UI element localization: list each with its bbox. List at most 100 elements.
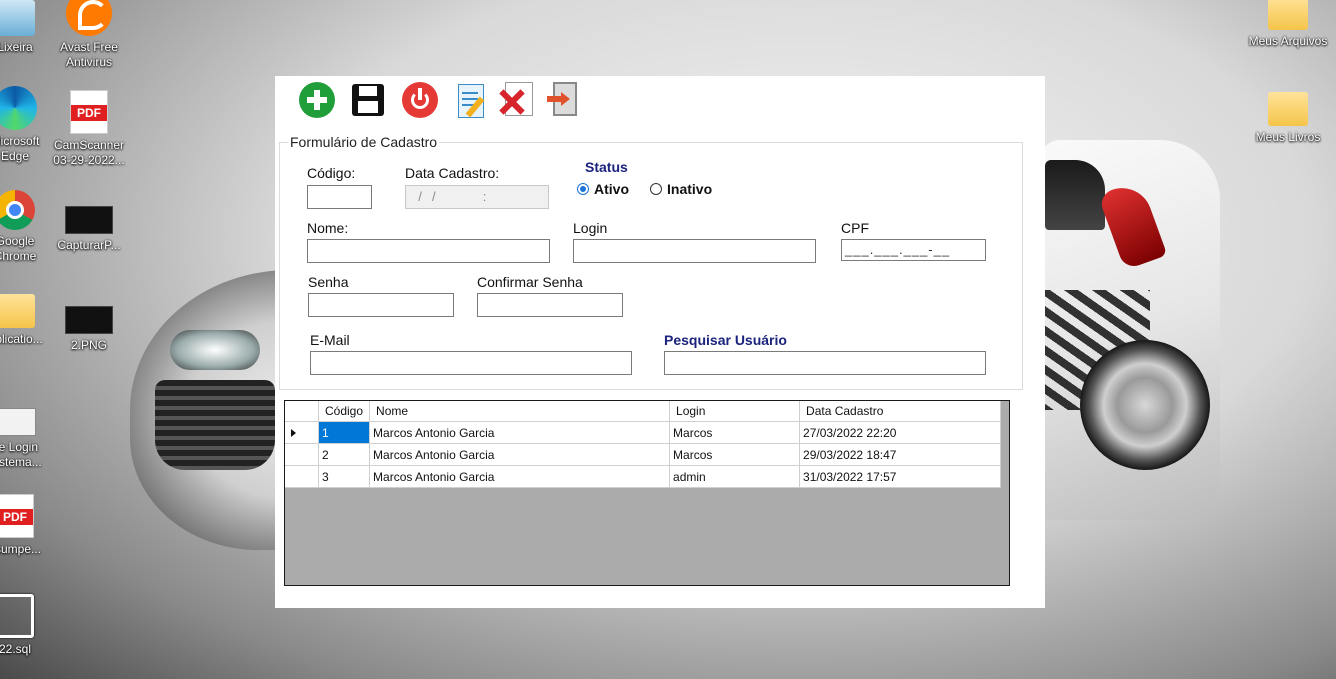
cell-data-cadastro[interactable]: 31/03/2022 17:57 bbox=[799, 465, 1002, 488]
usuarios-datagrid[interactable]: Código Nome Login Data Cadastro 1 Marcos… bbox=[284, 400, 1010, 586]
pesquisar-usuario-input[interactable] bbox=[664, 351, 986, 375]
column-header-codigo[interactable]: Código bbox=[318, 401, 371, 422]
cpf-label: CPF bbox=[841, 220, 869, 236]
login-input[interactable] bbox=[573, 239, 816, 263]
desktop-icon-meus-arquivos[interactable]: Meus Arquivos bbox=[1248, 0, 1328, 49]
chrome-icon bbox=[0, 190, 35, 230]
desktop-icon-csumpe-pdf[interactable]: PDF csumpe... bbox=[0, 494, 55, 557]
cell-codigo[interactable]: 2 bbox=[318, 443, 371, 466]
wallpaper-window bbox=[1045, 160, 1105, 230]
desktop-icon-label: CapturarP... bbox=[57, 238, 121, 252]
cadastro-groupbox: Formulário de Cadastro Código: Data Cada… bbox=[279, 134, 1023, 390]
image-icon bbox=[65, 206, 113, 234]
folder-icon bbox=[1268, 92, 1308, 126]
column-header-nome[interactable]: Nome bbox=[369, 401, 671, 422]
sql-file-icon bbox=[0, 594, 34, 638]
desktop-icon-meus-livros[interactable]: Meus Livros bbox=[1248, 92, 1328, 145]
cell-login[interactable]: admin bbox=[669, 465, 801, 488]
table-row[interactable]: 2 Marcos Antonio Garcia Marcos 29/03/202… bbox=[285, 443, 1002, 466]
data-cadastro-label: Data Cadastro: bbox=[405, 165, 500, 181]
desktop-icon-recycle-bin[interactable]: Lixeira bbox=[0, 0, 55, 55]
data-cadastro-input[interactable]: / / : bbox=[405, 185, 549, 209]
exit-button[interactable] bbox=[545, 82, 581, 118]
wallpaper-wheel bbox=[1080, 340, 1210, 470]
desktop-icon-chrome[interactable]: Google Chrome bbox=[0, 190, 55, 264]
pesquisar-usuario-label: Pesquisar Usuário bbox=[664, 332, 787, 348]
desktop-icon-label: de Login Sistema... bbox=[0, 440, 42, 469]
table-row[interactable]: 1 Marcos Antonio Garcia Marcos 27/03/202… bbox=[285, 421, 1002, 444]
status-ativo-radio[interactable]: Ativo bbox=[577, 181, 629, 197]
row-header[interactable] bbox=[285, 421, 319, 444]
desktop-icon-edge[interactable]: Microsoft Edge bbox=[0, 86, 55, 164]
codigo-input[interactable] bbox=[307, 185, 372, 209]
pdf-icon: PDF bbox=[0, 494, 34, 538]
table-row[interactable]: 3 Marcos Antonio Garcia admin 31/03/2022… bbox=[285, 465, 1002, 488]
cell-nome[interactable]: Marcos Antonio Garcia bbox=[369, 443, 671, 466]
recycle-bin-icon bbox=[0, 0, 35, 36]
desktop-icon-label: Meus Livros bbox=[1255, 130, 1321, 144]
cpf-input[interactable]: ___.___.___-__ bbox=[841, 239, 986, 261]
edit-button[interactable] bbox=[454, 82, 490, 118]
login-app-icon bbox=[0, 408, 36, 436]
save-button[interactable] bbox=[350, 82, 386, 118]
status-inativo-radio[interactable]: Inativo bbox=[650, 181, 712, 197]
row-header[interactable] bbox=[285, 443, 319, 466]
radio-label: Inativo bbox=[667, 181, 713, 197]
email-input[interactable] bbox=[310, 351, 632, 375]
cell-login[interactable]: Marcos bbox=[669, 421, 801, 444]
avast-icon bbox=[66, 0, 112, 36]
email-label: E-Mail bbox=[310, 332, 350, 348]
cell-data-cadastro[interactable]: 27/03/2022 22:20 bbox=[799, 421, 1002, 444]
toolbar bbox=[299, 82, 599, 122]
desktop-icon-label: 2.PNG bbox=[70, 338, 107, 352]
cell-nome[interactable]: Marcos Antonio Garcia bbox=[369, 421, 671, 444]
row-header[interactable] bbox=[285, 465, 319, 488]
desktop-icon-camscanner-pdf[interactable]: PDF CamScanner 03-29-2022... bbox=[49, 90, 129, 168]
cell-codigo[interactable]: 3 bbox=[318, 465, 371, 488]
image-icon bbox=[65, 306, 113, 334]
radio-unselected-icon bbox=[650, 183, 662, 195]
radio-label: Ativo bbox=[594, 181, 629, 197]
wallpaper-car-rear bbox=[1040, 140, 1220, 520]
desktop-icon-capturar[interactable]: CapturarP... bbox=[49, 198, 129, 253]
senha-input[interactable] bbox=[308, 293, 454, 317]
desktop-icon-avast[interactable]: Avast Free Antivirus bbox=[49, 0, 129, 70]
power-button[interactable] bbox=[402, 82, 438, 118]
senha-label: Senha bbox=[308, 274, 349, 290]
folder-icon bbox=[1268, 0, 1308, 30]
wallpaper-taillight bbox=[1097, 179, 1168, 271]
nome-input[interactable] bbox=[307, 239, 550, 263]
desktop-icon-aplicatio[interactable]: Aplicatio... bbox=[0, 294, 55, 347]
radio-selected-icon bbox=[577, 183, 589, 195]
cell-nome[interactable]: Marcos Antonio Garcia bbox=[369, 465, 671, 488]
column-header-login[interactable]: Login bbox=[669, 401, 801, 422]
desktop-icon-label: Meus Arquivos bbox=[1248, 34, 1328, 48]
edge-icon bbox=[0, 86, 37, 130]
desktop-icon-label: 22.sql bbox=[0, 642, 32, 656]
cell-login[interactable]: Marcos bbox=[669, 443, 801, 466]
desktop-icon-label: csumpe... bbox=[0, 542, 42, 556]
grid-header-row: Código Nome Login Data Cadastro bbox=[285, 401, 1002, 422]
desktop-icon-2png[interactable]: 2.PNG bbox=[49, 298, 129, 353]
column-header-data-cadastro[interactable]: Data Cadastro bbox=[799, 401, 1002, 422]
desktop-icon-login-sistema[interactable]: de Login Sistema... bbox=[0, 400, 55, 470]
cell-codigo[interactable]: 1 bbox=[318, 421, 371, 444]
desktop-icon-sql-file[interactable]: 22.sql bbox=[0, 594, 55, 657]
grid-corner-header bbox=[285, 401, 319, 422]
cadastro-window: Formulário de Cadastro Código: Data Cada… bbox=[275, 76, 1045, 608]
desktop-icon-label: Aplicatio... bbox=[0, 332, 43, 346]
confirmar-senha-input[interactable] bbox=[477, 293, 623, 317]
confirmar-senha-label: Confirmar Senha bbox=[477, 274, 583, 290]
wallpaper-headlight bbox=[170, 330, 260, 370]
status-label: Status bbox=[585, 159, 628, 175]
current-row-arrow-icon bbox=[291, 428, 296, 437]
delete-button[interactable] bbox=[497, 82, 533, 118]
desktop-icon-label: Lixeira bbox=[0, 40, 33, 54]
desktop-icon-label: Microsoft Edge bbox=[0, 134, 40, 163]
nome-label: Nome: bbox=[307, 220, 349, 236]
groupbox-title: Formulário de Cadastro bbox=[288, 134, 440, 150]
add-button[interactable] bbox=[299, 82, 335, 118]
login-label: Login bbox=[573, 220, 608, 236]
codigo-label: Código: bbox=[307, 165, 356, 181]
cell-data-cadastro[interactable]: 29/03/2022 18:47 bbox=[799, 443, 1002, 466]
